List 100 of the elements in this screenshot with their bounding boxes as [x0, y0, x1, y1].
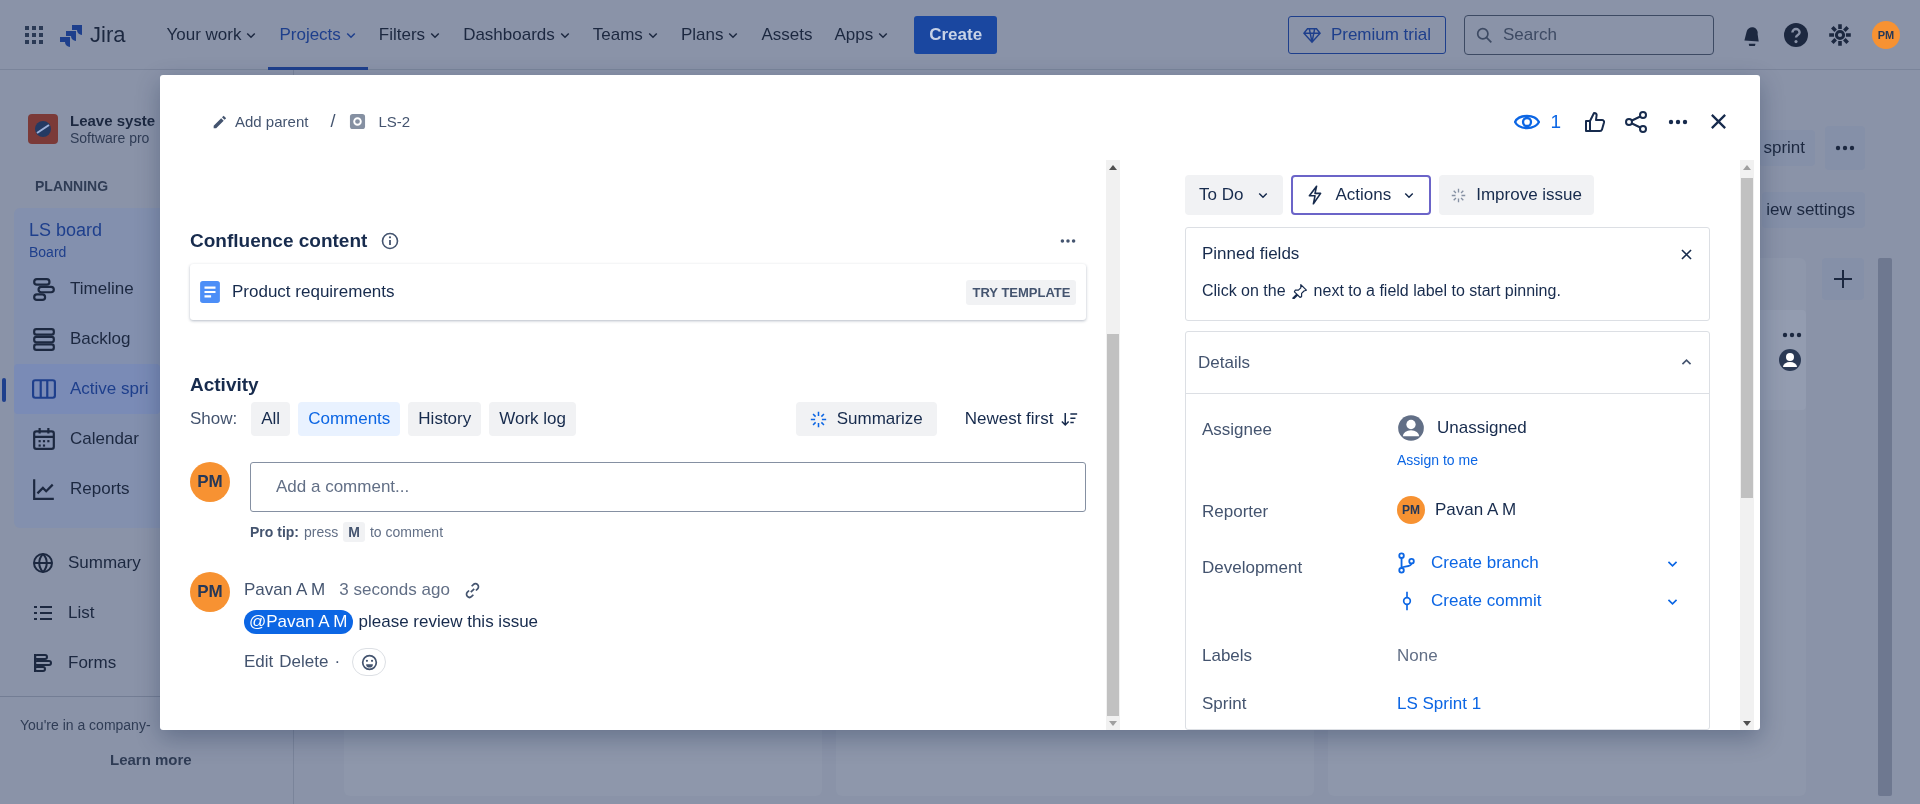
nav-menu-item[interactable]: Dashboards [452, 0, 582, 70]
commit-icon [1402, 590, 1412, 612]
comment-input[interactable]: Add a comment... [250, 462, 1087, 512]
filter-tab[interactable]: Comments [298, 402, 401, 436]
separator-dot: · [334, 652, 341, 672]
add-column-button[interactable] [1822, 258, 1864, 300]
create-link[interactable]: Create commit [1431, 591, 1542, 611]
user-avatar: PM [1397, 496, 1425, 524]
hint-text: Click on the [1202, 282, 1286, 300]
nav-menu-item[interactable]: Filters [367, 0, 453, 70]
close-icon[interactable] [1680, 247, 1693, 261]
diamond-icon [1302, 25, 1321, 44]
nav-menu-item[interactable]: Projects [268, 0, 368, 70]
pro-tip-text: press [304, 524, 339, 540]
issue-key-link[interactable]: LS-2 [349, 113, 411, 130]
assign-to-me-link[interactable]: Assign to me [1397, 452, 1693, 468]
create-button[interactable]: Create [914, 15, 998, 54]
watch-button[interactable]: 1 [1514, 110, 1561, 133]
board-name[interactable]: LS board [29, 220, 103, 241]
pro-tip-label: Pro tip: [250, 524, 299, 540]
breadcrumb-separator: / [330, 111, 336, 132]
sidebar-item[interactable]: List [14, 588, 160, 638]
status-dropdown[interactable]: To Do [1185, 175, 1284, 215]
filter-tab[interactable]: Work log [489, 402, 576, 436]
thumbs-up-icon[interactable] [1583, 110, 1605, 133]
share-icon[interactable] [1625, 110, 1647, 133]
document-icon [200, 281, 220, 303]
summarize-button[interactable]: Summarize [795, 402, 937, 436]
app-switcher-icon[interactable] [24, 24, 44, 45]
project-avatar-icon [28, 114, 58, 144]
keyboard-key: M [343, 522, 365, 542]
sort-button[interactable]: Newest first [964, 409, 1079, 429]
sort-icon [1061, 411, 1079, 427]
field-label: Assignee [1202, 419, 1273, 441]
more-button[interactable] [1825, 126, 1865, 170]
try-template-button[interactable]: TRY TEMPLATE [966, 279, 1077, 305]
actions-dropdown[interactable]: Actions [1291, 175, 1432, 215]
board-type: Board [29, 244, 67, 260]
panel-title: Details [1198, 352, 1250, 373]
field-value: Pavan A M [1435, 500, 1517, 520]
search-field[interactable]: Search [1464, 14, 1714, 55]
scroll-down-icon[interactable] [1743, 720, 1751, 726]
branch-icon [1397, 552, 1417, 574]
nav-menu-item[interactable]: Assets [750, 0, 824, 70]
field-label: Labels [1202, 646, 1254, 666]
sidebar-item[interactable]: Forms [14, 638, 160, 688]
pencil-icon [212, 114, 227, 129]
project-name: Leave syste [70, 112, 156, 129]
comment-action-link[interactable]: Delete [279, 652, 329, 672]
scroll-up-icon[interactable] [1109, 164, 1118, 170]
more-icon[interactable] [1060, 237, 1077, 245]
user-avatar[interactable]: PM [1872, 20, 1900, 49]
complete-sprint-button[interactable]: sprint [1759, 130, 1815, 166]
filter-tab[interactable]: History [408, 402, 482, 436]
link-icon[interactable] [463, 581, 481, 599]
jira-logo-icon [60, 22, 82, 47]
field-label: Sprint [1202, 694, 1248, 714]
pin-icon [1291, 283, 1308, 299]
sidebar-item[interactable]: Calendar [14, 414, 160, 464]
sidebar-item[interactable]: Timeline [14, 264, 160, 314]
add-parent-button[interactable]: Add parent [212, 113, 309, 130]
more-icon [1782, 330, 1802, 340]
timeline-icon [32, 277, 56, 301]
settings-icon[interactable] [1828, 22, 1852, 47]
close-icon[interactable] [1709, 112, 1728, 131]
lightning-icon [1307, 185, 1324, 205]
premium-trial-button[interactable]: Premium trial [1287, 15, 1446, 54]
search-icon [1476, 26, 1493, 44]
sparkle-icon [1451, 187, 1467, 203]
nav-menu-item[interactable]: Your work [155, 0, 269, 70]
comment-time: 3 seconds ago [339, 580, 450, 600]
user-avatar: PM [190, 572, 230, 612]
task-icon [349, 113, 367, 130]
improve-issue-button[interactable]: Improve issue [1439, 175, 1594, 215]
unassigned-avatar-icon [1397, 414, 1425, 442]
show-label: Show: [190, 409, 238, 429]
globe-icon [32, 552, 54, 574]
nav-menu-item[interactable]: Apps [823, 0, 901, 70]
sidebar-item[interactable]: Reports [14, 464, 160, 514]
sprint-link[interactable]: LS Sprint 1 [1397, 694, 1693, 714]
product-name: Jira [90, 21, 126, 48]
forms-icon [32, 652, 54, 674]
comment-action-link[interactable]: Edit [244, 652, 274, 672]
nav-menu-item[interactable]: Teams [581, 0, 670, 70]
sidebar-item[interactable]: Backlog [14, 314, 160, 364]
panel-title: Pinned fields [1202, 244, 1300, 264]
create-link[interactable]: Create branch [1431, 553, 1539, 573]
filter-tab[interactable]: All [251, 402, 291, 436]
calendar-icon [32, 427, 56, 451]
emoji-icon [360, 653, 378, 671]
sidebar-item[interactable]: Summary [14, 538, 160, 588]
learn-more-button[interactable]: Learn more [110, 751, 192, 768]
view-settings-button[interactable]: iew settings [1762, 192, 1865, 228]
unassigned-avatar-icon [1778, 348, 1802, 372]
reports-icon [32, 477, 56, 501]
help-icon[interactable] [1784, 22, 1808, 47]
nav-menu-item[interactable]: Plans [669, 0, 751, 70]
comment-text: please review this issue [358, 612, 539, 632]
hint-text: next to a field label to start pinning. [1313, 282, 1561, 300]
sparkle-icon [809, 410, 827, 428]
